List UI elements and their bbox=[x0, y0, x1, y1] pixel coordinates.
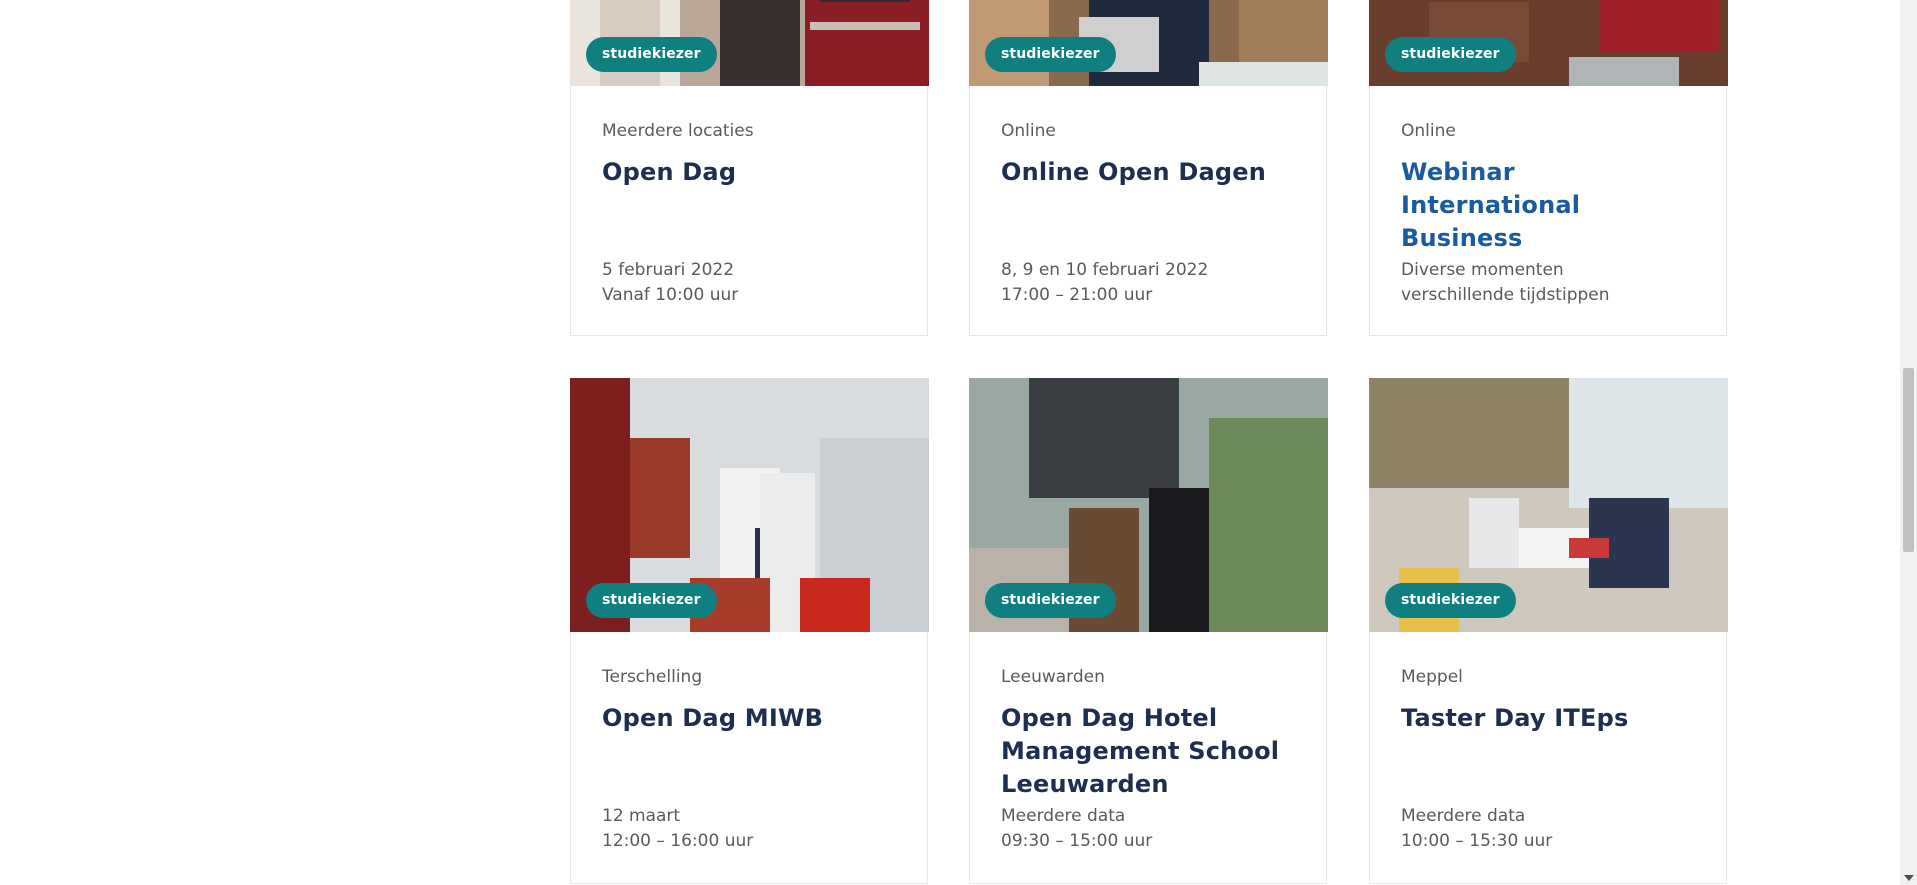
event-title[interactable]: Taster Day ITEps bbox=[1401, 702, 1695, 735]
event-card[interactable]: studiekiezer Terschelling Open Dag MIWB … bbox=[570, 378, 929, 884]
event-card[interactable]: studiekiezer Online Webinar Internationa… bbox=[1369, 0, 1728, 336]
event-image: studiekiezer bbox=[570, 378, 929, 632]
studiekiezer-badge: studiekiezer bbox=[1385, 583, 1516, 618]
studiekiezer-badge: studiekiezer bbox=[586, 583, 717, 618]
event-card[interactable]: studiekiezer Meppel Taster Day ITEps Mee… bbox=[1369, 378, 1728, 884]
event-card[interactable]: studiekiezer Meerdere locaties Open Dag … bbox=[570, 0, 929, 336]
event-location: Terschelling bbox=[602, 667, 703, 687]
event-title[interactable]: Open Dag MIWB bbox=[602, 702, 896, 735]
event-time: 09:30 – 15:00 uur bbox=[1001, 831, 1153, 851]
event-card[interactable]: studiekiezer Online Online Open Dagen 8,… bbox=[969, 0, 1328, 336]
event-time: verschillende tijdstippen bbox=[1401, 285, 1610, 305]
event-date: Meerdere data bbox=[1001, 806, 1126, 826]
event-location: Meppel bbox=[1401, 667, 1463, 687]
scrollbar-thumb[interactable] bbox=[1903, 368, 1914, 552]
vertical-scrollbar[interactable] bbox=[1900, 0, 1917, 885]
studiekiezer-badge: studiekiezer bbox=[1385, 37, 1516, 72]
event-location: Online bbox=[1001, 121, 1056, 141]
events-grid: studiekiezer Meerdere locaties Open Dag … bbox=[0, 0, 1900, 885]
event-time: 10:00 – 15:30 uur bbox=[1401, 831, 1553, 851]
scroll-down-arrow-icon[interactable] bbox=[1904, 875, 1914, 881]
event-image: studiekiezer bbox=[1369, 378, 1728, 632]
event-time: 17:00 – 21:00 uur bbox=[1001, 285, 1153, 305]
event-image: studiekiezer bbox=[969, 0, 1328, 86]
event-title[interactable]: Open Dag bbox=[602, 156, 896, 189]
event-image: studiekiezer bbox=[1369, 0, 1728, 86]
event-time: Vanaf 10:00 uur bbox=[602, 285, 739, 305]
event-title[interactable]: Online Open Dagen bbox=[1001, 156, 1295, 189]
event-title[interactable]: Open Dag Hotel Management School Leeuwar… bbox=[1001, 702, 1295, 801]
event-title[interactable]: Webinar International Business bbox=[1401, 156, 1695, 255]
event-date: 5 februari 2022 bbox=[602, 260, 735, 280]
studiekiezer-badge: studiekiezer bbox=[586, 37, 717, 72]
studiekiezer-badge: studiekiezer bbox=[985, 37, 1116, 72]
event-time: 12:00 – 16:00 uur bbox=[602, 831, 754, 851]
event-image: studiekiezer bbox=[570, 0, 929, 86]
event-location: Leeuwarden bbox=[1001, 667, 1105, 687]
event-date: 12 maart bbox=[602, 806, 681, 826]
event-location: Online bbox=[1401, 121, 1456, 141]
event-date: 8, 9 en 10 februari 2022 bbox=[1001, 260, 1209, 280]
event-date: Diverse momenten bbox=[1401, 260, 1564, 280]
event-image: studiekiezer bbox=[969, 378, 1328, 632]
event-card[interactable]: studiekiezer Leeuwarden Open Dag Hotel M… bbox=[969, 378, 1328, 884]
event-date: Meerdere data bbox=[1401, 806, 1526, 826]
studiekiezer-badge: studiekiezer bbox=[985, 583, 1116, 618]
event-location: Meerdere locaties bbox=[602, 121, 754, 141]
